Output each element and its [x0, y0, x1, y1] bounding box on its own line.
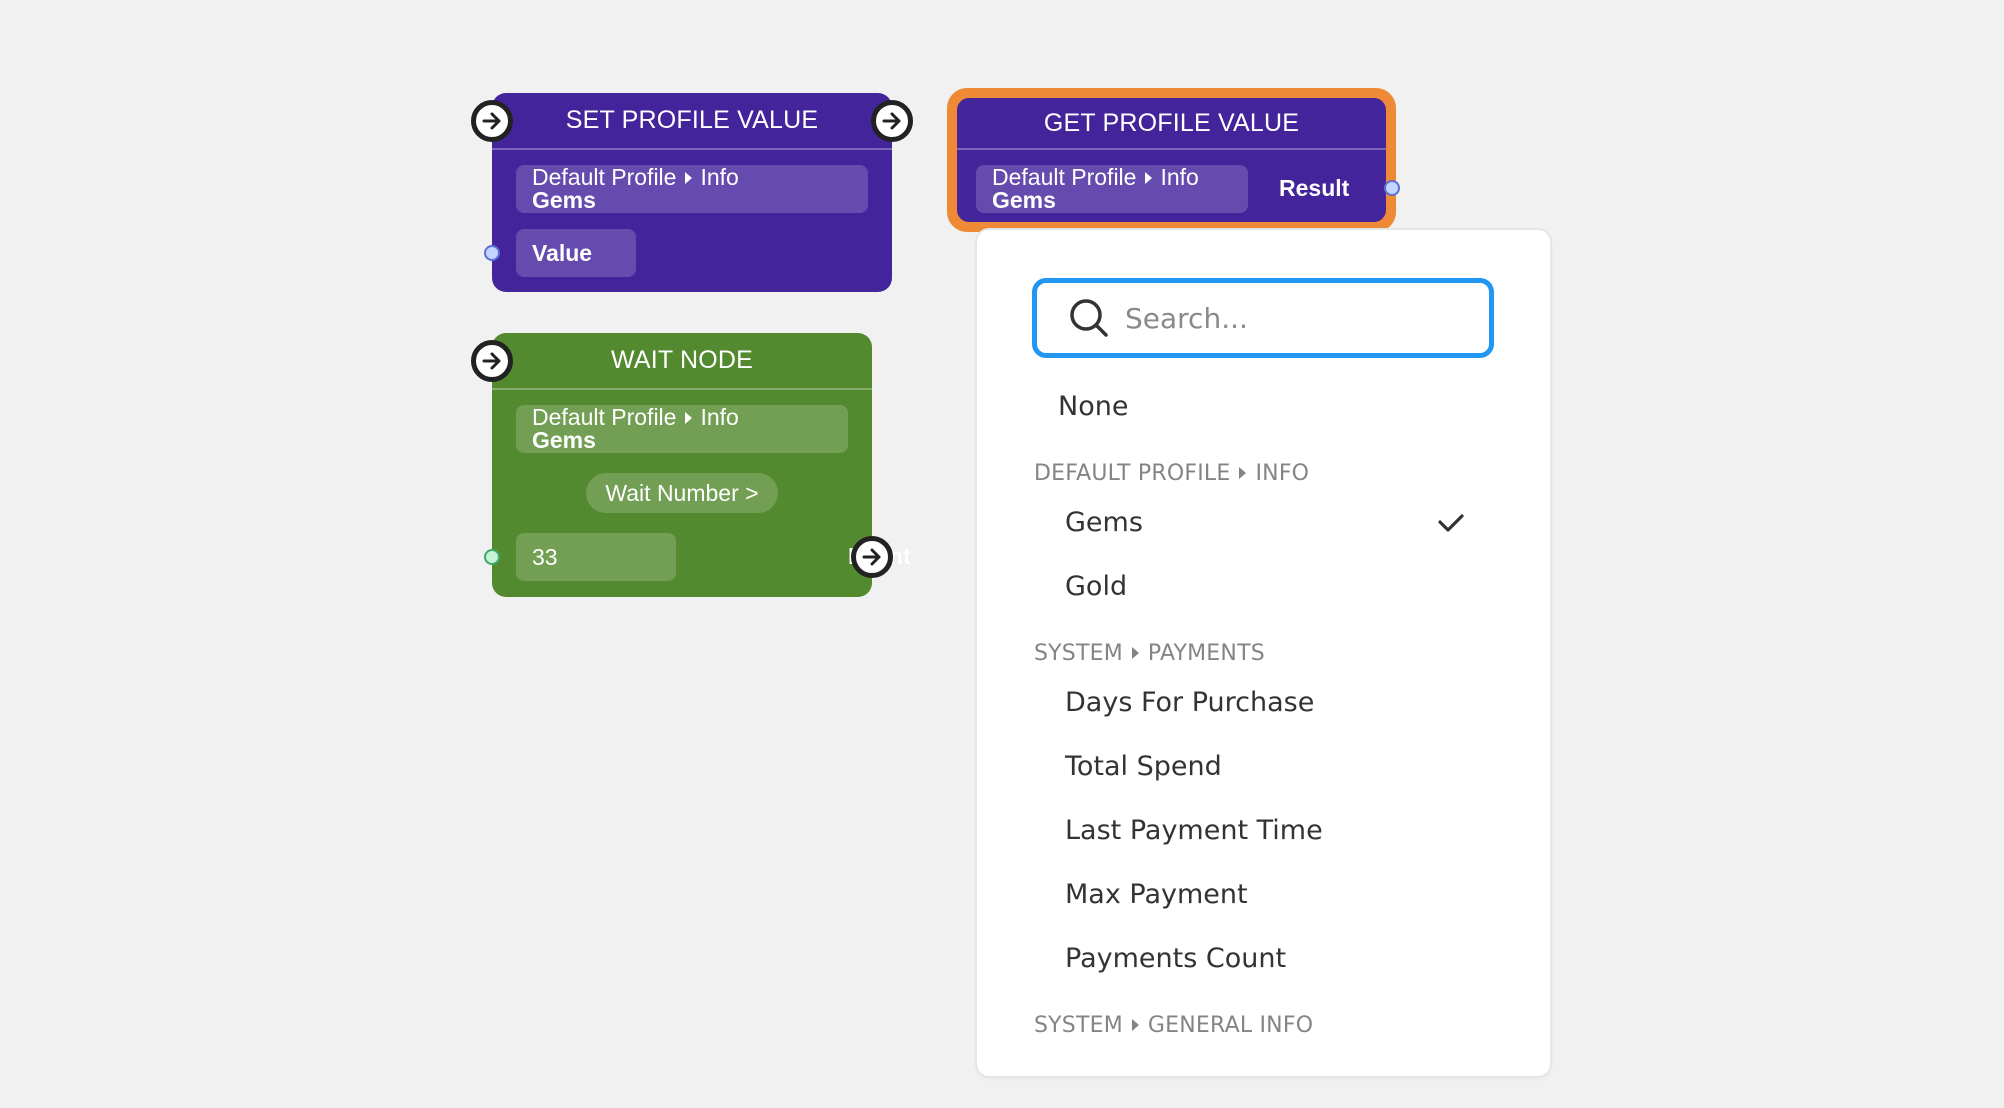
field-name: Gems [532, 427, 596, 453]
caret-right-icon [1145, 171, 1153, 184]
caret-right-icon [1131, 646, 1139, 659]
dropdown-group-header: SYSTEM PAYMENTS [1034, 641, 1265, 666]
search-input[interactable] [1123, 300, 1467, 336]
wait-value-input[interactable]: 33 [516, 533, 676, 581]
flow-out-port-icon[interactable] [871, 100, 913, 142]
dropdown-option-payments-count[interactable]: Payments Count [977, 934, 1550, 984]
node-title: GET PROFILE VALUE [957, 98, 1386, 150]
search-icon [1070, 299, 1108, 337]
caret-right-icon [1131, 1018, 1139, 1031]
dropdown-group-header: DEFAULT PROFILE INFO [1034, 461, 1310, 486]
wait-condition-button[interactable]: Wait Number > [586, 473, 778, 513]
caret-right-icon [685, 171, 693, 184]
node-title: WAIT NODE [492, 333, 872, 390]
field-path: Default Profile Info [532, 164, 739, 190]
wait-value-input-port[interactable] [484, 549, 500, 565]
field-name: Gems [532, 187, 596, 213]
checkmark-icon [1438, 514, 1464, 532]
value-input-port[interactable] [484, 245, 500, 261]
field-path: Default Profile Info [532, 404, 739, 430]
profile-field-selector[interactable]: Default Profile Info Gems [516, 165, 868, 213]
dropdown-option-last-payment-time[interactable]: Last Payment Time [977, 806, 1550, 856]
result-output-label: Result [1279, 175, 1350, 201]
wait-node[interactable]: WAIT NODE Default Profile Info Gems Wait … [492, 333, 911, 597]
profile-field-selector[interactable]: Default Profile Info Gems [976, 165, 1248, 213]
node-title: SET PROFILE VALUE [492, 93, 892, 150]
flow-in-port-icon[interactable] [471, 340, 513, 382]
event-flow-out-port-icon[interactable] [851, 536, 893, 578]
dropdown-option-gems[interactable]: Gems [977, 498, 1550, 548]
dropdown-option-none[interactable]: None [977, 382, 1550, 432]
value-input[interactable]: Value [516, 229, 636, 277]
get-profile-value-node[interactable]: GET PROFILE VALUE Default Profile Info Ge… [957, 98, 1386, 222]
flow-in-port-icon[interactable] [471, 100, 513, 142]
profile-field-selector[interactable]: Default Profile Info Gems [516, 405, 848, 453]
field-name: Gems [992, 187, 1056, 213]
dropdown-option-days-for-purchase[interactable]: Days For Purchase [977, 678, 1550, 728]
field-path: Default Profile Info [992, 164, 1199, 190]
dropdown-option-max-payment[interactable]: Max Payment [977, 870, 1550, 920]
search-box[interactable] [1032, 278, 1494, 358]
profile-field-dropdown: None DEFAULT PROFILEINFO Gems Gold SYSTE… [977, 230, 1550, 1076]
dropdown-option-gold[interactable]: Gold [977, 562, 1550, 612]
dropdown-group-header: SYSTEM GENERAL INFO [1034, 1013, 1314, 1038]
caret-right-icon [1239, 466, 1247, 479]
set-profile-value-node[interactable]: SET PROFILE VALUE Default Profile Info Ge… [492, 93, 892, 292]
caret-right-icon [685, 411, 693, 424]
result-output-port[interactable] [1384, 180, 1400, 196]
dropdown-option-total-spend[interactable]: Total Spend [977, 742, 1550, 792]
